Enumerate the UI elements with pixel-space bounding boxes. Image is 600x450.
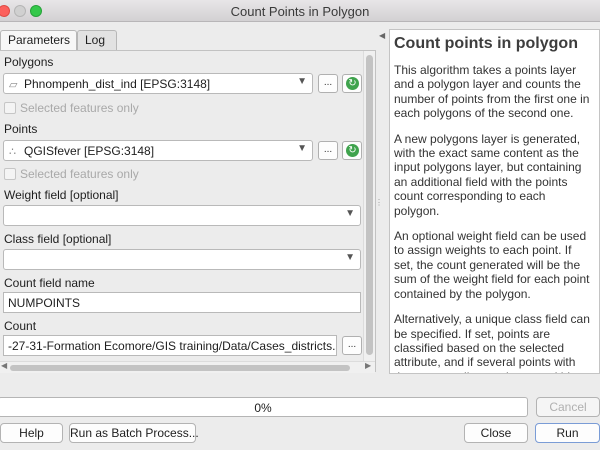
- vertical-scrollbar[interactable]: [363, 51, 375, 361]
- close-button[interactable]: Close: [464, 423, 528, 443]
- count-output-label: Count: [4, 319, 37, 333]
- scrollbar-thumb[interactable]: [10, 365, 350, 371]
- tab-parameters[interactable]: Parameters: [0, 30, 77, 51]
- points-selected-only-label: Selected features only: [20, 167, 139, 181]
- chevron-down-icon: ▼: [345, 252, 355, 263]
- help-paragraph: A new polygons layer is generated, with …: [394, 131, 582, 218]
- polygons-iterate-button[interactable]: ↻: [342, 74, 362, 93]
- points-layer-combo[interactable]: ∴ QGISfever [EPSG:3148] ▼: [3, 140, 313, 161]
- point-layer-icon: ∴: [9, 146, 16, 158]
- scrollbar-thumb[interactable]: [366, 55, 373, 355]
- count-output-path-input[interactable]: -27-31-Formation Ecomore/GIS training/Da…: [3, 335, 337, 356]
- help-title: Count points in polygon: [394, 35, 578, 52]
- weight-field-label: Weight field [optional]: [4, 188, 119, 202]
- polygon-layer-icon: ▱: [9, 79, 18, 91]
- checkbox-box: [4, 102, 16, 114]
- points-iterate-button[interactable]: ↻: [342, 141, 362, 160]
- class-field-combo[interactable]: ▼: [3, 249, 361, 270]
- splitter-handle-icon[interactable]: ⋮: [375, 198, 383, 207]
- chevron-down-icon: ▼: [297, 143, 307, 154]
- polygons-label: Polygons: [4, 55, 54, 69]
- points-layer-value: QGISfever [EPSG:3148]: [24, 144, 155, 158]
- polygons-browse-button[interactable]: ...: [318, 74, 338, 93]
- progress-label: 0%: [254, 401, 272, 415]
- help-panel: Count points in polygon This algorithm t…: [389, 29, 600, 374]
- parameters-panel: Polygons ▱ Phnompenh_dist_ind [EPSG:3148…: [0, 50, 376, 373]
- class-field-label: Class field [optional]: [4, 232, 112, 246]
- horizontal-scrollbar[interactable]: ◀ ▶: [0, 361, 375, 373]
- collapse-help-icon[interactable]: ◀: [379, 31, 385, 40]
- progress-bar: 0%: [0, 397, 528, 417]
- chevron-down-icon: ▼: [297, 76, 307, 87]
- help-paragraph: Alternatively, a unique class field can …: [394, 312, 590, 373]
- weight-field-combo[interactable]: ▼: [3, 205, 361, 226]
- help-paragraph: This algorithm takes a points layer and …: [394, 63, 590, 121]
- count-output-browse-button[interactable]: ...: [342, 336, 362, 355]
- run-as-batch-button[interactable]: Run as Batch Process...: [69, 423, 199, 443]
- help-paragraph: An optional weight field can be used to …: [394, 229, 590, 301]
- refresh-icon: ↻: [346, 144, 359, 157]
- title-bar: Count Points in Polygon: [0, 0, 600, 22]
- refresh-icon: ↻: [346, 77, 359, 90]
- checkbox-box: [4, 168, 16, 180]
- polygons-layer-value: Phnompenh_dist_ind [EPSG:3148]: [24, 77, 211, 91]
- count-field-label: Count field name: [4, 276, 95, 290]
- window-title: Count Points in Polygon: [230, 4, 370, 19]
- help-body: This algorithm takes a points layer and …: [394, 63, 592, 373]
- help-button[interactable]: Help: [0, 423, 63, 443]
- tab-log[interactable]: Log: [77, 30, 117, 50]
- cancel-button[interactable]: Cancel: [536, 397, 600, 417]
- points-label: Points: [4, 122, 38, 136]
- polygons-layer-combo[interactable]: ▱ Phnompenh_dist_ind [EPSG:3148] ▼: [3, 73, 313, 94]
- points-browse-button[interactable]: ...: [318, 141, 338, 160]
- polygons-selected-only-label: Selected features only: [20, 101, 139, 115]
- run-button[interactable]: Run: [535, 423, 600, 443]
- scroll-right-icon[interactable]: ▶: [365, 361, 371, 370]
- count-field-input[interactable]: NUMPOINTS: [3, 292, 361, 313]
- scroll-left-icon[interactable]: ◀: [1, 361, 7, 370]
- chevron-down-icon: ▼: [345, 208, 355, 219]
